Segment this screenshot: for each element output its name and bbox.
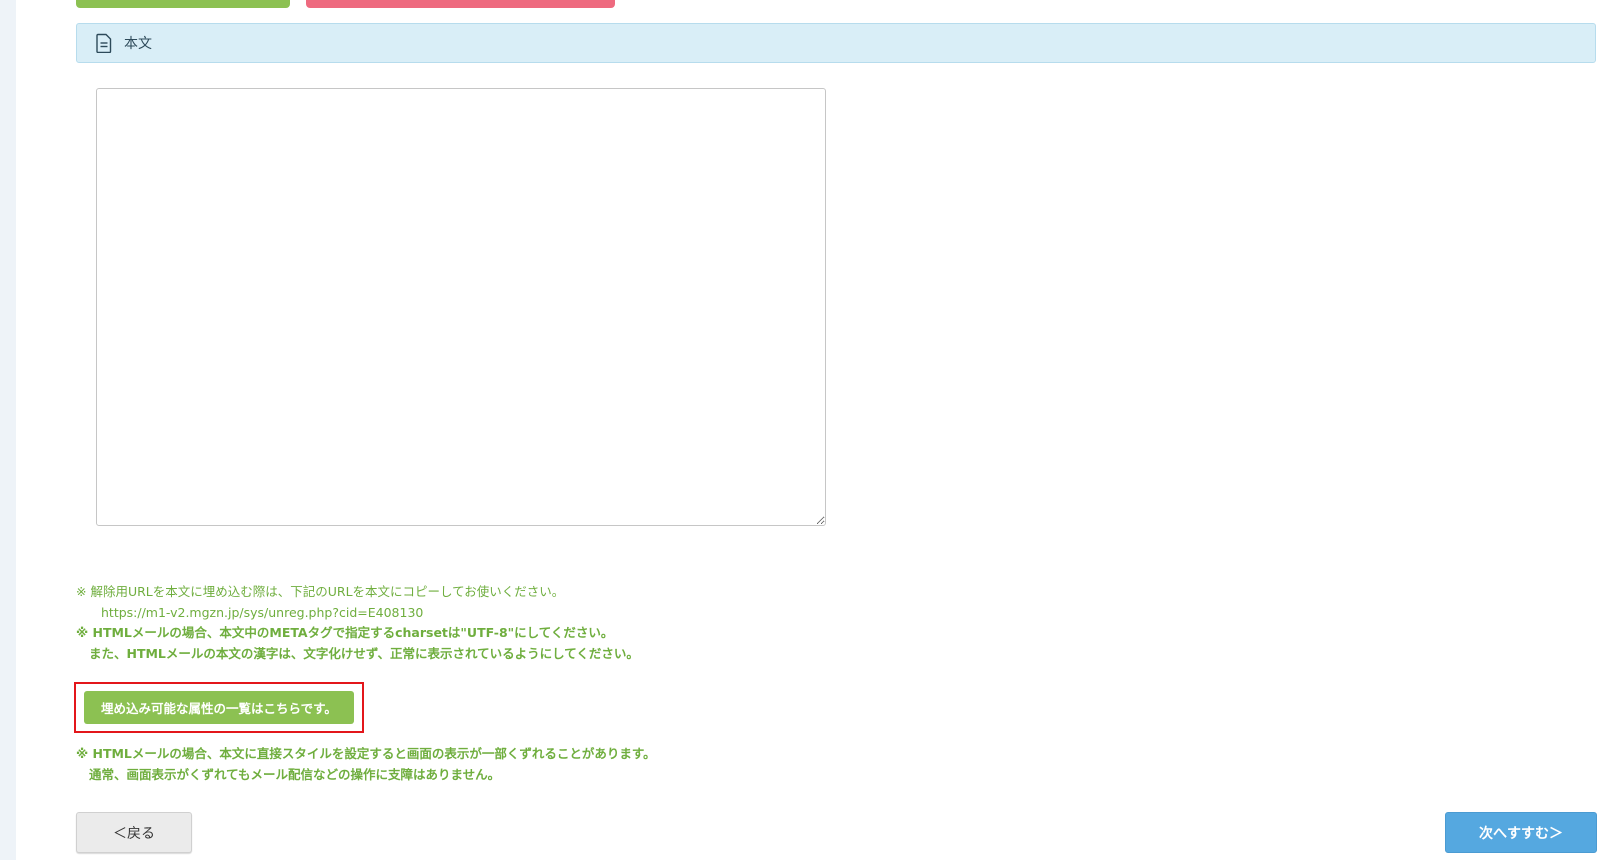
- style-notes: ※ HTMLメールの場合、本文に直接スタイルを設定すると画面の表示が一部くずれる…: [76, 743, 656, 785]
- unsubscribe-notes: ※ 解除用URLを本文に埋め込む際は、下記のURLを本文にコピーしてお使いくださ…: [76, 582, 639, 664]
- next-button[interactable]: 次へすすむ＞: [1445, 812, 1597, 853]
- top-pink-button[interactable]: [306, 0, 615, 8]
- embeddable-attributes-button[interactable]: 埋め込み可能な属性の一覧はこちらです。: [84, 691, 354, 724]
- section-title: 本文: [124, 36, 152, 52]
- body-textarea[interactable]: [96, 88, 826, 526]
- html-charset-note: ※ HTMLメールの場合、本文中のMETAタグで指定するcharsetは"UTF…: [76, 625, 614, 640]
- unsubscribe-note: ※ 解除用URLを本文に埋め込む際は、下記のURLを本文にコピーしてお使いくださ…: [76, 584, 565, 599]
- style-note-2: 通常、画面表示がくずれてもメール配信などの操作に支障はありません。: [89, 767, 501, 782]
- html-charset-note-2: また、HTMLメールの本文の漢字は、文字化けせず、正常に表示されているようにして…: [89, 645, 639, 661]
- left-sidebar-strip: [0, 0, 16, 860]
- unsubscribe-url: https://m1-v2.mgzn.jp/sys/unreg.php?cid=…: [101, 604, 424, 620]
- top-green-button[interactable]: [76, 0, 290, 8]
- style-note-1: ※ HTMLメールの場合、本文に直接スタイルを設定すると画面の表示が一部くずれる…: [76, 746, 656, 761]
- back-button[interactable]: ＜戻る: [76, 812, 192, 853]
- body-section-header: 本文: [76, 23, 1596, 63]
- document-icon: [95, 33, 113, 54]
